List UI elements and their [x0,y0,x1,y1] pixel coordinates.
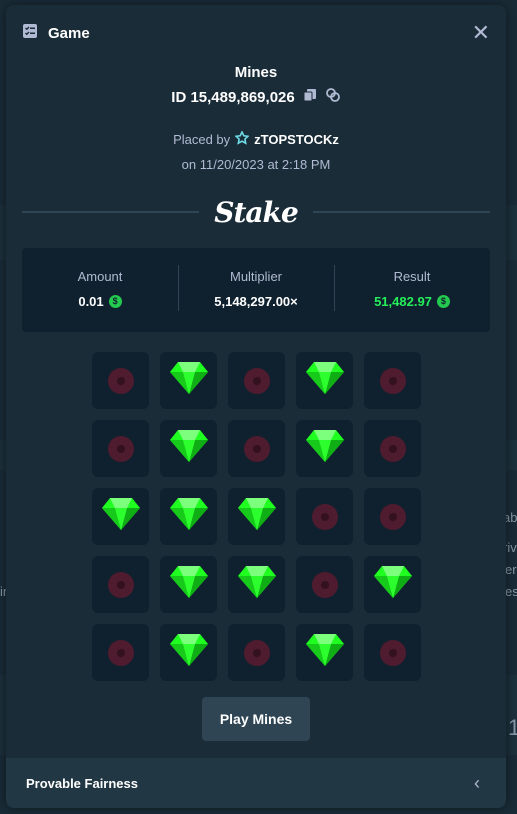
background-text: er [505,562,517,577]
vip-star-icon [234,130,250,148]
mine-icon [107,435,134,462]
mine-icon [379,367,406,394]
mines-grid [92,352,421,681]
mine-tile [296,556,353,613]
bet-info: Mines ID 15,489,869,026 Placed by zTOPST… [6,64,506,172]
background-text: 1 [508,715,517,740]
gem-icon [169,564,209,605]
gem-tile [228,556,285,613]
copy-icon[interactable] [303,88,317,106]
gem-icon [305,360,345,401]
provable-fairness-label: Provable Fairness [26,775,138,791]
gem-tile [160,624,217,681]
game-name: Mines [234,64,278,81]
amount-stat: Amount 0.01 $ [22,269,178,311]
mine-tile [92,420,149,477]
stake-logo: Stake [214,195,299,229]
gem-icon [237,496,277,537]
close-icon[interactable]: ✕ [472,22,490,44]
currency-icon: $ [436,295,450,308]
multiplier-value: 5,148,297.00× [214,294,298,309]
gem-tile [228,488,285,545]
mine-icon [311,503,338,530]
mine-icon [379,503,406,530]
mine-tile [364,352,421,409]
mine-tile [92,624,149,681]
gem-tile [160,488,217,545]
multiplier-stat: Multiplier 5,148,297.00× [178,265,334,311]
mine-tile [92,556,149,613]
result-stat: Result 51,482.97 $ [334,265,490,311]
mine-icon [107,639,134,666]
gem-tile [296,624,353,681]
bet-date: on 11/20/2023 at 2:18 PM [181,157,331,172]
gem-icon [305,632,345,673]
mine-icon [243,639,270,666]
gem-tile [296,420,353,477]
mine-icon [311,571,338,598]
mine-tile [296,488,353,545]
modal-title: Game [48,24,90,42]
logo-row: Stake [22,190,491,234]
mine-icon [107,367,134,394]
gem-icon [305,428,345,469]
placed-by-row: Placed by zTOPSTOCKz [6,130,506,148]
mine-tile [228,624,285,681]
amount-label: Amount [77,269,123,284]
mine-tile [228,420,285,477]
mine-tile [228,352,285,409]
gem-icon [169,632,209,673]
currency-icon: $ [108,295,122,308]
provable-fairness-bar[interactable]: Provable Fairness ‹ [6,758,506,808]
gem-tile [364,556,421,613]
play-mines-button[interactable]: Play Mines [202,697,310,741]
mine-tile [364,488,421,545]
modal-header: Game ✕ [6,5,506,61]
gem-icon [169,428,209,469]
bet-id-row: ID 15,489,869,026 [171,87,340,107]
gem-tile [160,420,217,477]
gem-icon [169,496,209,537]
divider [312,211,491,213]
mine-tile [364,624,421,681]
link-icon[interactable] [325,87,341,107]
gem-icon [169,360,209,401]
mine-tile [364,420,421,477]
chevron-left-icon[interactable]: ‹ [474,773,480,794]
gem-icon [101,496,141,537]
mine-icon [107,571,134,598]
username[interactable]: zTOPSTOCKz [254,132,339,147]
mine-icon [379,435,406,462]
gem-tile [160,556,217,613]
mine-tile [92,352,149,409]
gem-tile [296,352,353,409]
gem-icon [237,564,277,605]
result-value: 51,482.97 [374,294,432,309]
gem-icon [373,564,413,605]
multiplier-label: Multiplier [229,269,282,284]
mine-icon [379,639,406,666]
gem-tile [92,488,149,545]
placed-by-label: Placed by [173,132,231,147]
game-list-icon [22,23,38,44]
gem-tile [160,352,217,409]
game-modal: Game ✕ Mines ID 15,489,869,026 Placed by… [6,5,506,808]
background-text: es [505,584,517,599]
bet-stats-panel: Amount 0.01 $ Multiplier 5,148,297.00× Re… [22,248,490,332]
mine-icon [243,367,270,394]
amount-value: 0.01 [78,294,104,309]
result-label: Result [393,269,431,284]
divider [22,211,200,213]
mine-icon [243,435,270,462]
bet-id: ID 15,489,869,026 [171,88,295,106]
